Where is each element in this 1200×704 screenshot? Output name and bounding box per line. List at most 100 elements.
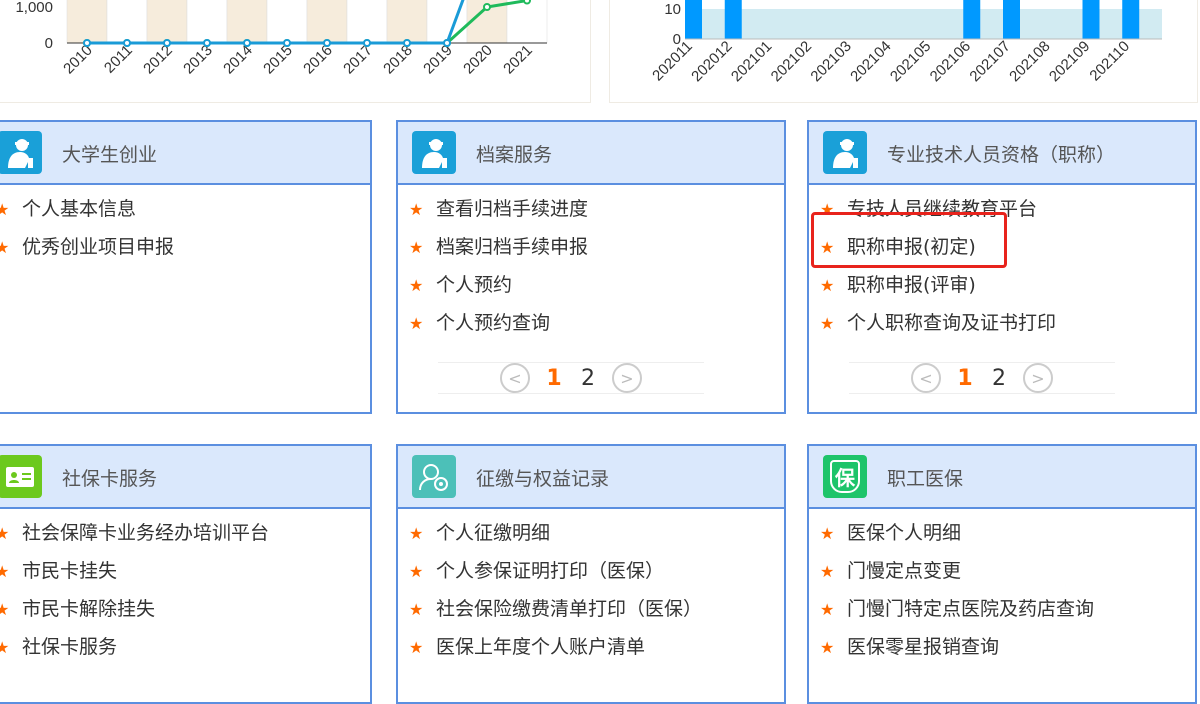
data-point	[83, 39, 91, 47]
x-tick-label: 2010	[60, 42, 96, 78]
data-point	[283, 39, 291, 47]
star-icon: ★	[409, 238, 424, 257]
star-icon: ★	[820, 276, 835, 295]
x-tick-label: 202103	[807, 38, 854, 85]
x-tick-label: 202105	[887, 38, 934, 85]
service-link-label: 社会保障卡业务经办培训平台	[22, 522, 270, 544]
card-header[interactable]: 专业技术人员资格（职称）	[809, 122, 1195, 185]
card-item-list: ★ 社会保障卡业务经办培训平台 ★ 市民卡挂失 ★ 市民卡解除挂失 ★ 社保卡服务	[0, 509, 370, 673]
star-icon: ★	[0, 559, 9, 584]
star-icon: ★	[0, 197, 9, 222]
page-number[interactable]: 2	[578, 366, 598, 391]
star-icon: ★	[820, 524, 835, 543]
service-link[interactable]: ★ 个人职称查询及证书打印	[809, 311, 1195, 349]
bar	[685, 0, 702, 39]
service-link-label: 个人预约	[436, 274, 513, 296]
bar	[963, 0, 981, 39]
service-link[interactable]: ★ 个人预约查询	[398, 311, 784, 349]
service-link[interactable]: ★ 门慢定点变更	[809, 559, 1195, 597]
next-page-button[interactable]: >	[1023, 363, 1053, 393]
x-tick-label: 2015	[260, 42, 296, 78]
service-link[interactable]: ★ 个人征缴明细	[398, 521, 784, 559]
service-link[interactable]: ★ 个人基本信息	[0, 197, 370, 235]
person-icon	[0, 131, 42, 174]
star-icon: ★	[409, 600, 424, 619]
service-link[interactable]: ★ 市民卡解除挂失	[0, 597, 370, 635]
service-link-label: 社会保险缴费清单打印（医保）	[436, 598, 703, 620]
prev-page-button[interactable]: <	[500, 363, 530, 393]
card-item-list: ★ 查看归档手续进度 ★ 档案归档手续申报 ★ 个人预约 ★ 个人预约查询	[398, 185, 784, 349]
highlight-box	[811, 212, 1007, 268]
card-header[interactable]: 征缴与权益记录	[398, 446, 784, 509]
service-link[interactable]: ★ 市民卡挂失	[0, 559, 370, 597]
service-link[interactable]: ★ 个人预约	[398, 273, 784, 311]
service-link[interactable]: ★ 医保上年度个人账户清单	[398, 635, 784, 673]
x-tick-label: 2021	[500, 42, 536, 78]
data-point	[403, 39, 411, 47]
prev-page-button[interactable]: <	[911, 363, 941, 393]
id-card-icon	[0, 455, 42, 498]
service-card: 档案服务 ★ 查看归档手续进度 ★ 档案归档手续申报 ★ 个人预约 ★ 个人预约查询 <1 2 >	[396, 120, 786, 414]
card-header[interactable]: 社保卡服务	[0, 446, 370, 509]
service-link[interactable]: ★ 个人参保证明打印（医保）	[398, 559, 784, 597]
card-title: 征缴与权益记录	[476, 468, 610, 490]
service-link[interactable]: ★ 社会保障卡业务经办培训平台	[0, 521, 370, 559]
page-number[interactable]: 1	[544, 366, 564, 391]
service-link[interactable]: ★ 档案归档手续申报	[398, 235, 784, 273]
category-band	[66, 0, 108, 44]
page-number[interactable]: 2	[989, 366, 1009, 391]
service-card: 大学生创业 ★ 个人基本信息 ★ 优秀创业项目申报	[0, 120, 372, 414]
bar	[1003, 0, 1020, 39]
service-link-label: 个人预约查询	[436, 312, 551, 334]
card-item-list: ★ 个人征缴明细 ★ 个人参保证明打印（医保） ★ 社会保险缴费清单打印（医保） ★ 医保上年…	[398, 509, 784, 673]
card-header[interactable]: 大学生创业	[0, 122, 370, 185]
yearly-line-chart: 2010 2011 2012 2013 2014 2015 2016 2017 2018 2019…	[15, 0, 548, 78]
shield-icon: 保	[823, 455, 867, 498]
service-link-label: 社保卡服务	[22, 636, 118, 658]
service-link-label: 医保零星报销查询	[847, 636, 1000, 658]
service-link[interactable]: ★ 社保卡服务	[0, 635, 370, 673]
x-tick-label: 202108	[1006, 38, 1053, 85]
page-number[interactable]: 1	[955, 366, 975, 391]
card-item-list: ★ 医保个人明细 ★ 门慢定点变更 ★ 门慢门特定点医院及药店查询 ★ 医保零星报销查询	[809, 509, 1195, 673]
x-tick-label: 202110	[1086, 38, 1133, 85]
card-header[interactable]: 保 职工医保	[809, 446, 1195, 509]
card-header[interactable]: 档案服务	[398, 122, 784, 185]
data-point	[523, 0, 531, 5]
service-link-label: 优秀创业项目申报	[22, 236, 175, 258]
star-icon: ★	[820, 638, 835, 657]
shield-text: 保	[830, 460, 860, 493]
card-title: 职工医保	[887, 468, 964, 490]
card-title: 专业技术人员资格（职称）	[887, 144, 1116, 166]
service-link[interactable]: ★ 门慢门特定点医院及药店查询	[809, 597, 1195, 635]
category-band	[266, 0, 308, 44]
x-tick-label: 2012	[140, 42, 176, 78]
service-link[interactable]: ★ 优秀创业项目申报	[0, 235, 370, 273]
monthly-chart-panel: 202011 202012 202101 202102 202103 202104 2021…	[609, 0, 1198, 103]
service-link[interactable]: ★ 职称申报(评审)	[809, 273, 1195, 311]
x-tick-label: 2020	[460, 42, 496, 78]
service-link[interactable]: ★ 社会保险缴费清单打印（医保）	[398, 597, 784, 635]
star-icon: ★	[820, 314, 835, 333]
x-tick-label: 2014	[220, 42, 256, 78]
next-page-button[interactable]: >	[612, 363, 642, 393]
service-link[interactable]: ★ 医保个人明细	[809, 521, 1195, 559]
x-tick-label: 202109	[1046, 38, 1093, 85]
star-icon: ★	[409, 562, 424, 581]
x-tick-label: 202104	[847, 38, 894, 85]
star-icon: ★	[409, 638, 424, 657]
star-icon: ★	[0, 635, 9, 660]
x-tick-label: 2017	[340, 42, 376, 78]
y-tick-label: 1,000	[15, 0, 53, 16]
service-link-label: 职称申报(评审)	[847, 274, 976, 296]
service-link[interactable]: ★ 查看归档手续进度	[398, 197, 784, 235]
category-band	[506, 0, 548, 44]
star-icon: ★	[0, 597, 9, 622]
data-point	[443, 39, 451, 47]
category-band	[146, 0, 188, 44]
star-icon: ★	[409, 314, 424, 333]
data-point	[123, 39, 131, 47]
service-link[interactable]: ★ 医保零星报销查询	[809, 635, 1195, 673]
service-link-label: 档案归档手续申报	[436, 236, 589, 258]
monthly-bar-chart: 2020112020122021012021022021032021042021…	[649, 0, 1162, 85]
